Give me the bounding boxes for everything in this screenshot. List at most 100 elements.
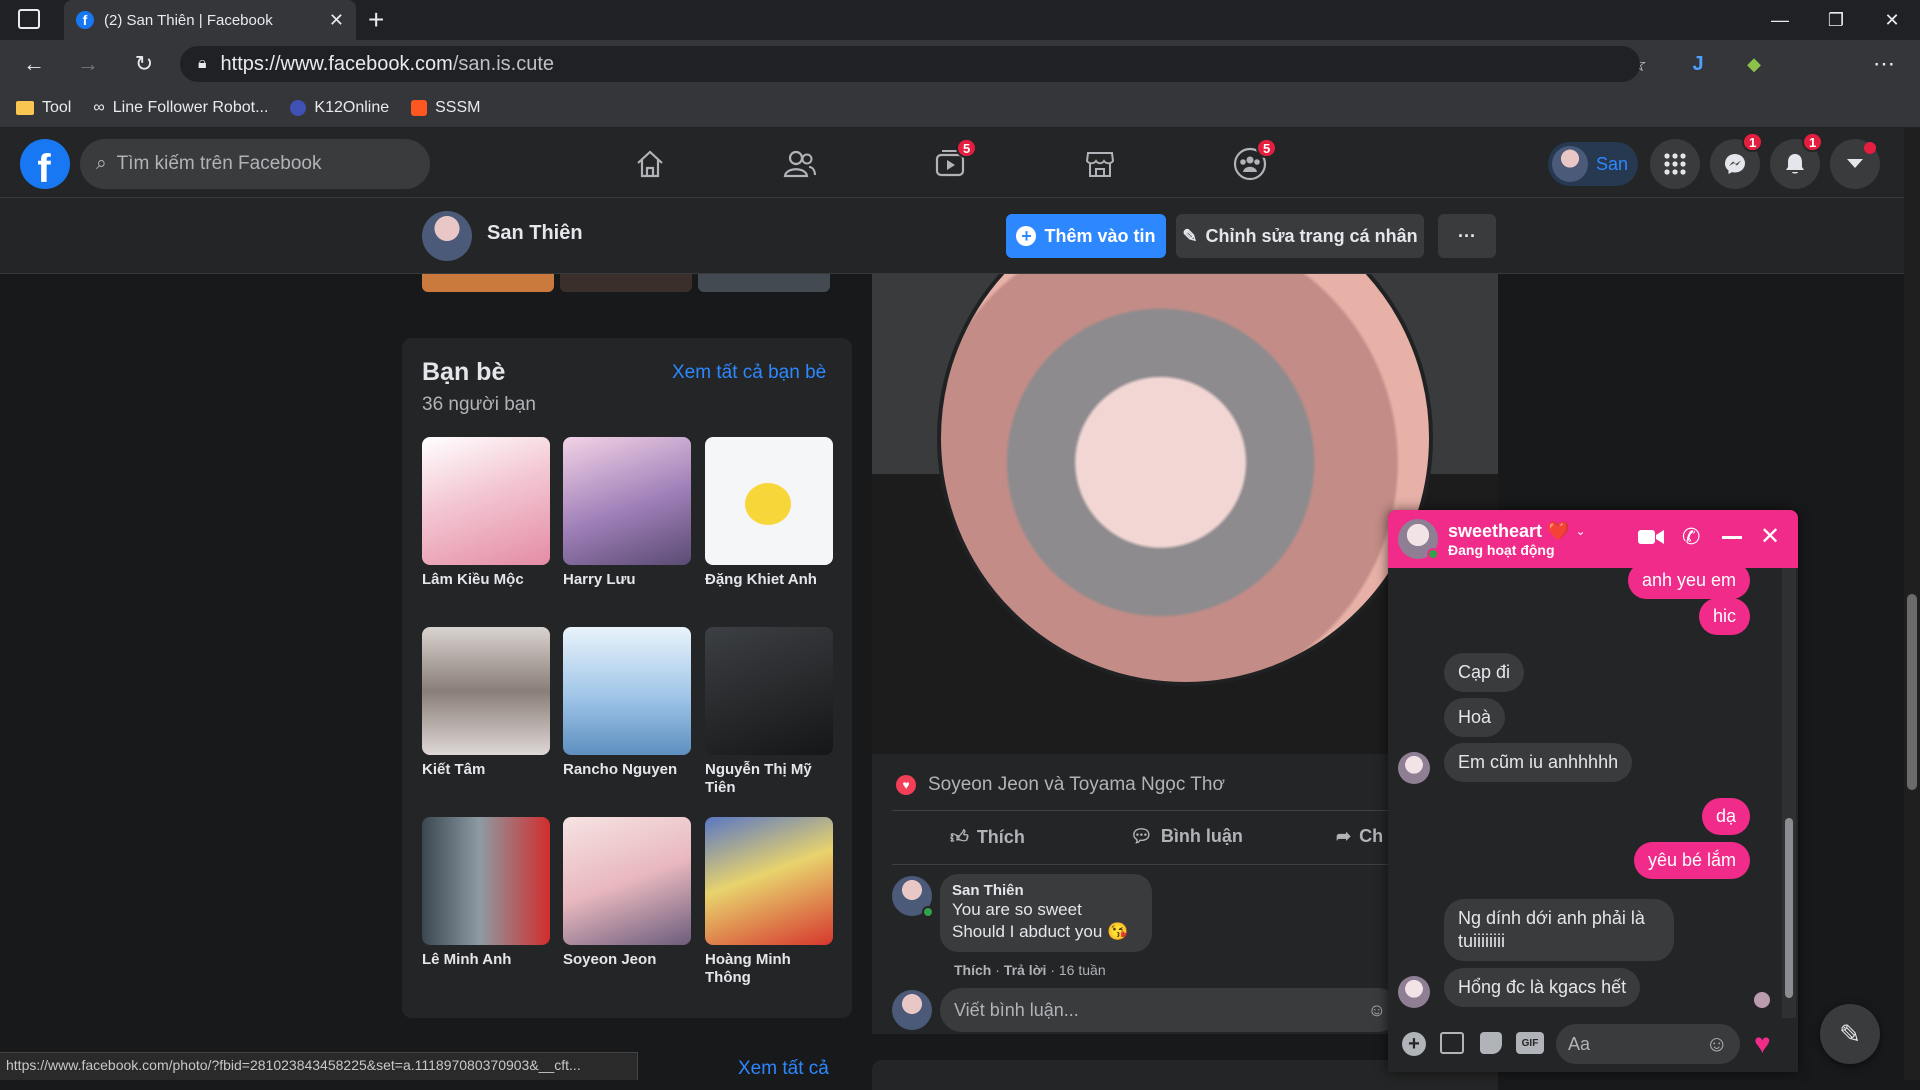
friend-photo[interactable]	[422, 817, 550, 945]
see-all-friends-link[interactable]: Xem tất cả bạn bè	[672, 362, 826, 384]
restore-window-icon[interactable]: ❐	[1808, 0, 1864, 40]
friend-name[interactable]: Đặng Khiet Anh	[705, 571, 837, 589]
chat-header[interactable]: sweetheart ❤️ ⌄ Đang hoạt động ✆ ✕	[1388, 510, 1798, 568]
chat-scroll-thumb[interactable]	[1785, 818, 1793, 998]
friend-photo[interactable]	[563, 817, 691, 945]
page-scrollbar[interactable]	[1904, 128, 1920, 1080]
marketplace-icon[interactable]	[1070, 140, 1130, 188]
friend-photo[interactable]	[705, 627, 833, 755]
friend-name[interactable]: Kiết Tâm	[422, 761, 554, 779]
close-tab-icon[interactable]: ✕	[329, 10, 344, 31]
bookmark-tool[interactable]: Tool	[16, 99, 71, 117]
add-more-icon[interactable]: +	[1402, 1032, 1426, 1056]
message-received: Cạp đi	[1444, 653, 1525, 692]
account-dot-badge	[1864, 142, 1876, 154]
phone-icon[interactable]: ✆	[1682, 524, 1700, 550]
close-chat-icon[interactable]: ✕	[1760, 522, 1780, 551]
heart-send-icon[interactable]: ♥	[1754, 1028, 1771, 1060]
menu-grid-icon[interactable]	[1650, 139, 1700, 189]
friend-photo[interactable]	[705, 817, 833, 945]
add-story-button[interactable]: + Thêm vào tin	[1006, 214, 1166, 258]
profile-shortcut-button[interactable]: San	[1548, 142, 1638, 186]
settings-menu-icon[interactable]: ⋯	[1866, 46, 1902, 82]
forward-icon[interactable]: →	[70, 46, 106, 82]
image-attach-icon[interactable]	[1440, 1032, 1464, 1054]
comment-label: Bình luận	[1160, 826, 1243, 846]
profile-name[interactable]: San Thiên	[487, 222, 583, 245]
comment-like-link[interactable]: Thích	[954, 962, 991, 978]
facebook-search-input[interactable]: ⌕ Tìm kiếm trên Facebook	[80, 139, 430, 189]
friend-photo[interactable]	[705, 437, 833, 565]
chat-scrollbar[interactable]	[1782, 568, 1796, 1018]
emoji-icon[interactable]: ☺	[1368, 1000, 1386, 1021]
avatar[interactable]	[422, 211, 472, 261]
bookmark-line-follower[interactable]: ∞ Line Follower Robot...	[93, 99, 268, 117]
browser-tab-bar: f (2) San Thiên | Facebook ✕ + — ❐ ✕	[0, 0, 1920, 40]
extension-color-icon[interactable]: ◆	[1736, 46, 1772, 82]
minimize-chat-icon[interactable]	[1722, 536, 1742, 539]
chat-message-input[interactable]: Aa ☺	[1556, 1024, 1740, 1064]
gif-icon[interactable]: GIF	[1516, 1032, 1544, 1054]
bookmark-sssm[interactable]: SSSM	[411, 99, 480, 117]
friend-photo[interactable]	[563, 627, 691, 755]
friend-photo[interactable]	[422, 627, 550, 755]
page-scroll-thumb[interactable]	[1907, 594, 1917, 790]
reload-icon[interactable]: ↻	[126, 46, 162, 82]
friend-name[interactable]: Harry Lưu	[563, 571, 695, 589]
tab-actions-icon[interactable]	[18, 9, 40, 29]
chat-contact-name[interactable]: sweetheart ❤️	[1448, 521, 1569, 542]
video-call-icon[interactable]	[1638, 528, 1664, 546]
comment-button[interactable]: 💬︎ Bình luận	[1130, 826, 1243, 847]
photo-thumb[interactable]	[422, 274, 554, 292]
reactions-text[interactable]: Soyeon Jeon và Toyama Ngọc Thơ	[928, 774, 1225, 796]
extension-j-icon[interactable]: J	[1680, 46, 1716, 82]
comment-author[interactable]: San Thiên	[952, 882, 1140, 899]
message-received: Hoà	[1444, 698, 1506, 737]
photo-thumb[interactable]	[560, 274, 692, 292]
friend-name[interactable]: Lê Minh Anh	[422, 951, 554, 969]
write-comment-input[interactable]: Viết bình luận... ☺	[940, 988, 1400, 1032]
emoji-icon[interactable]: ☺	[1706, 1031, 1728, 1057]
browser-tab[interactable]: f (2) San Thiên | Facebook ✕	[64, 0, 356, 40]
photo-thumb[interactable]	[698, 274, 830, 292]
chick-icon	[745, 483, 791, 525]
friends-title[interactable]: Bạn bè	[422, 358, 505, 387]
url-prefix: https://www.	[220, 52, 329, 75]
home-icon[interactable]	[620, 140, 680, 188]
comment-reply-link[interactable]: Trả lời	[1004, 962, 1047, 978]
back-icon[interactable]: ←	[16, 46, 52, 82]
link-status-bar: https://www.facebook.com/photo/?fbid=281…	[0, 1052, 638, 1080]
friend-name[interactable]: Soyeon Jeon	[563, 951, 695, 969]
friend-name[interactable]: Rancho Nguyen	[563, 761, 695, 779]
share-button[interactable]: ➦ Ch	[1336, 826, 1383, 847]
friend-photo[interactable]	[563, 437, 691, 565]
chevron-down-icon[interactable]: ⌄	[1575, 524, 1585, 538]
friend-name[interactable]: Nguyễn Thị Mỹ Tiên	[705, 761, 837, 797]
friend-photo[interactable]	[422, 437, 550, 565]
thumbs-up-icon: 👍︎	[950, 827, 969, 847]
comment-bubble[interactable]: San Thiên You are so sweet Should I abdu…	[940, 874, 1152, 952]
new-message-button[interactable]: ✎	[1820, 1004, 1880, 1064]
heart-reaction-icon: ♥	[896, 775, 916, 795]
friend-name[interactable]: Lâm Kiều Mộc	[422, 571, 554, 589]
bookmark-k12online[interactable]: K12Online	[290, 99, 389, 117]
like-button[interactable]: 👍︎ Thích	[950, 826, 1025, 848]
comment-time: 16 tuần	[1058, 962, 1106, 978]
facebook-logo-icon[interactable]: f	[20, 139, 70, 189]
sticker-icon[interactable]	[1480, 1032, 1502, 1054]
new-tab-icon[interactable]: +	[368, 4, 384, 36]
close-window-icon[interactable]: ✕	[1864, 0, 1920, 40]
avatar[interactable]	[1398, 519, 1439, 560]
profile-sticky-header	[0, 198, 1904, 274]
avatar	[1552, 146, 1588, 182]
profile-shortcut-name: San	[1596, 153, 1629, 174]
minimize-window-icon[interactable]: —	[1752, 0, 1808, 40]
friend-name[interactable]: Hoàng Minh Thông	[705, 951, 837, 987]
see-all-photos-link[interactable]: Xem tất cả	[738, 1058, 829, 1080]
more-options-button[interactable]: ···	[1438, 214, 1496, 258]
message-sent: yêu bé lắm	[1633, 842, 1750, 879]
bookmark-label: Tool	[42, 98, 72, 116]
friends-icon[interactable]	[770, 140, 830, 188]
url-field[interactable]: 🔒︎ https://www. facebook.com/san.is.cute	[180, 46, 1640, 82]
edit-profile-button[interactable]: ✎ Chỉnh sửa trang cá nhân	[1176, 214, 1424, 258]
